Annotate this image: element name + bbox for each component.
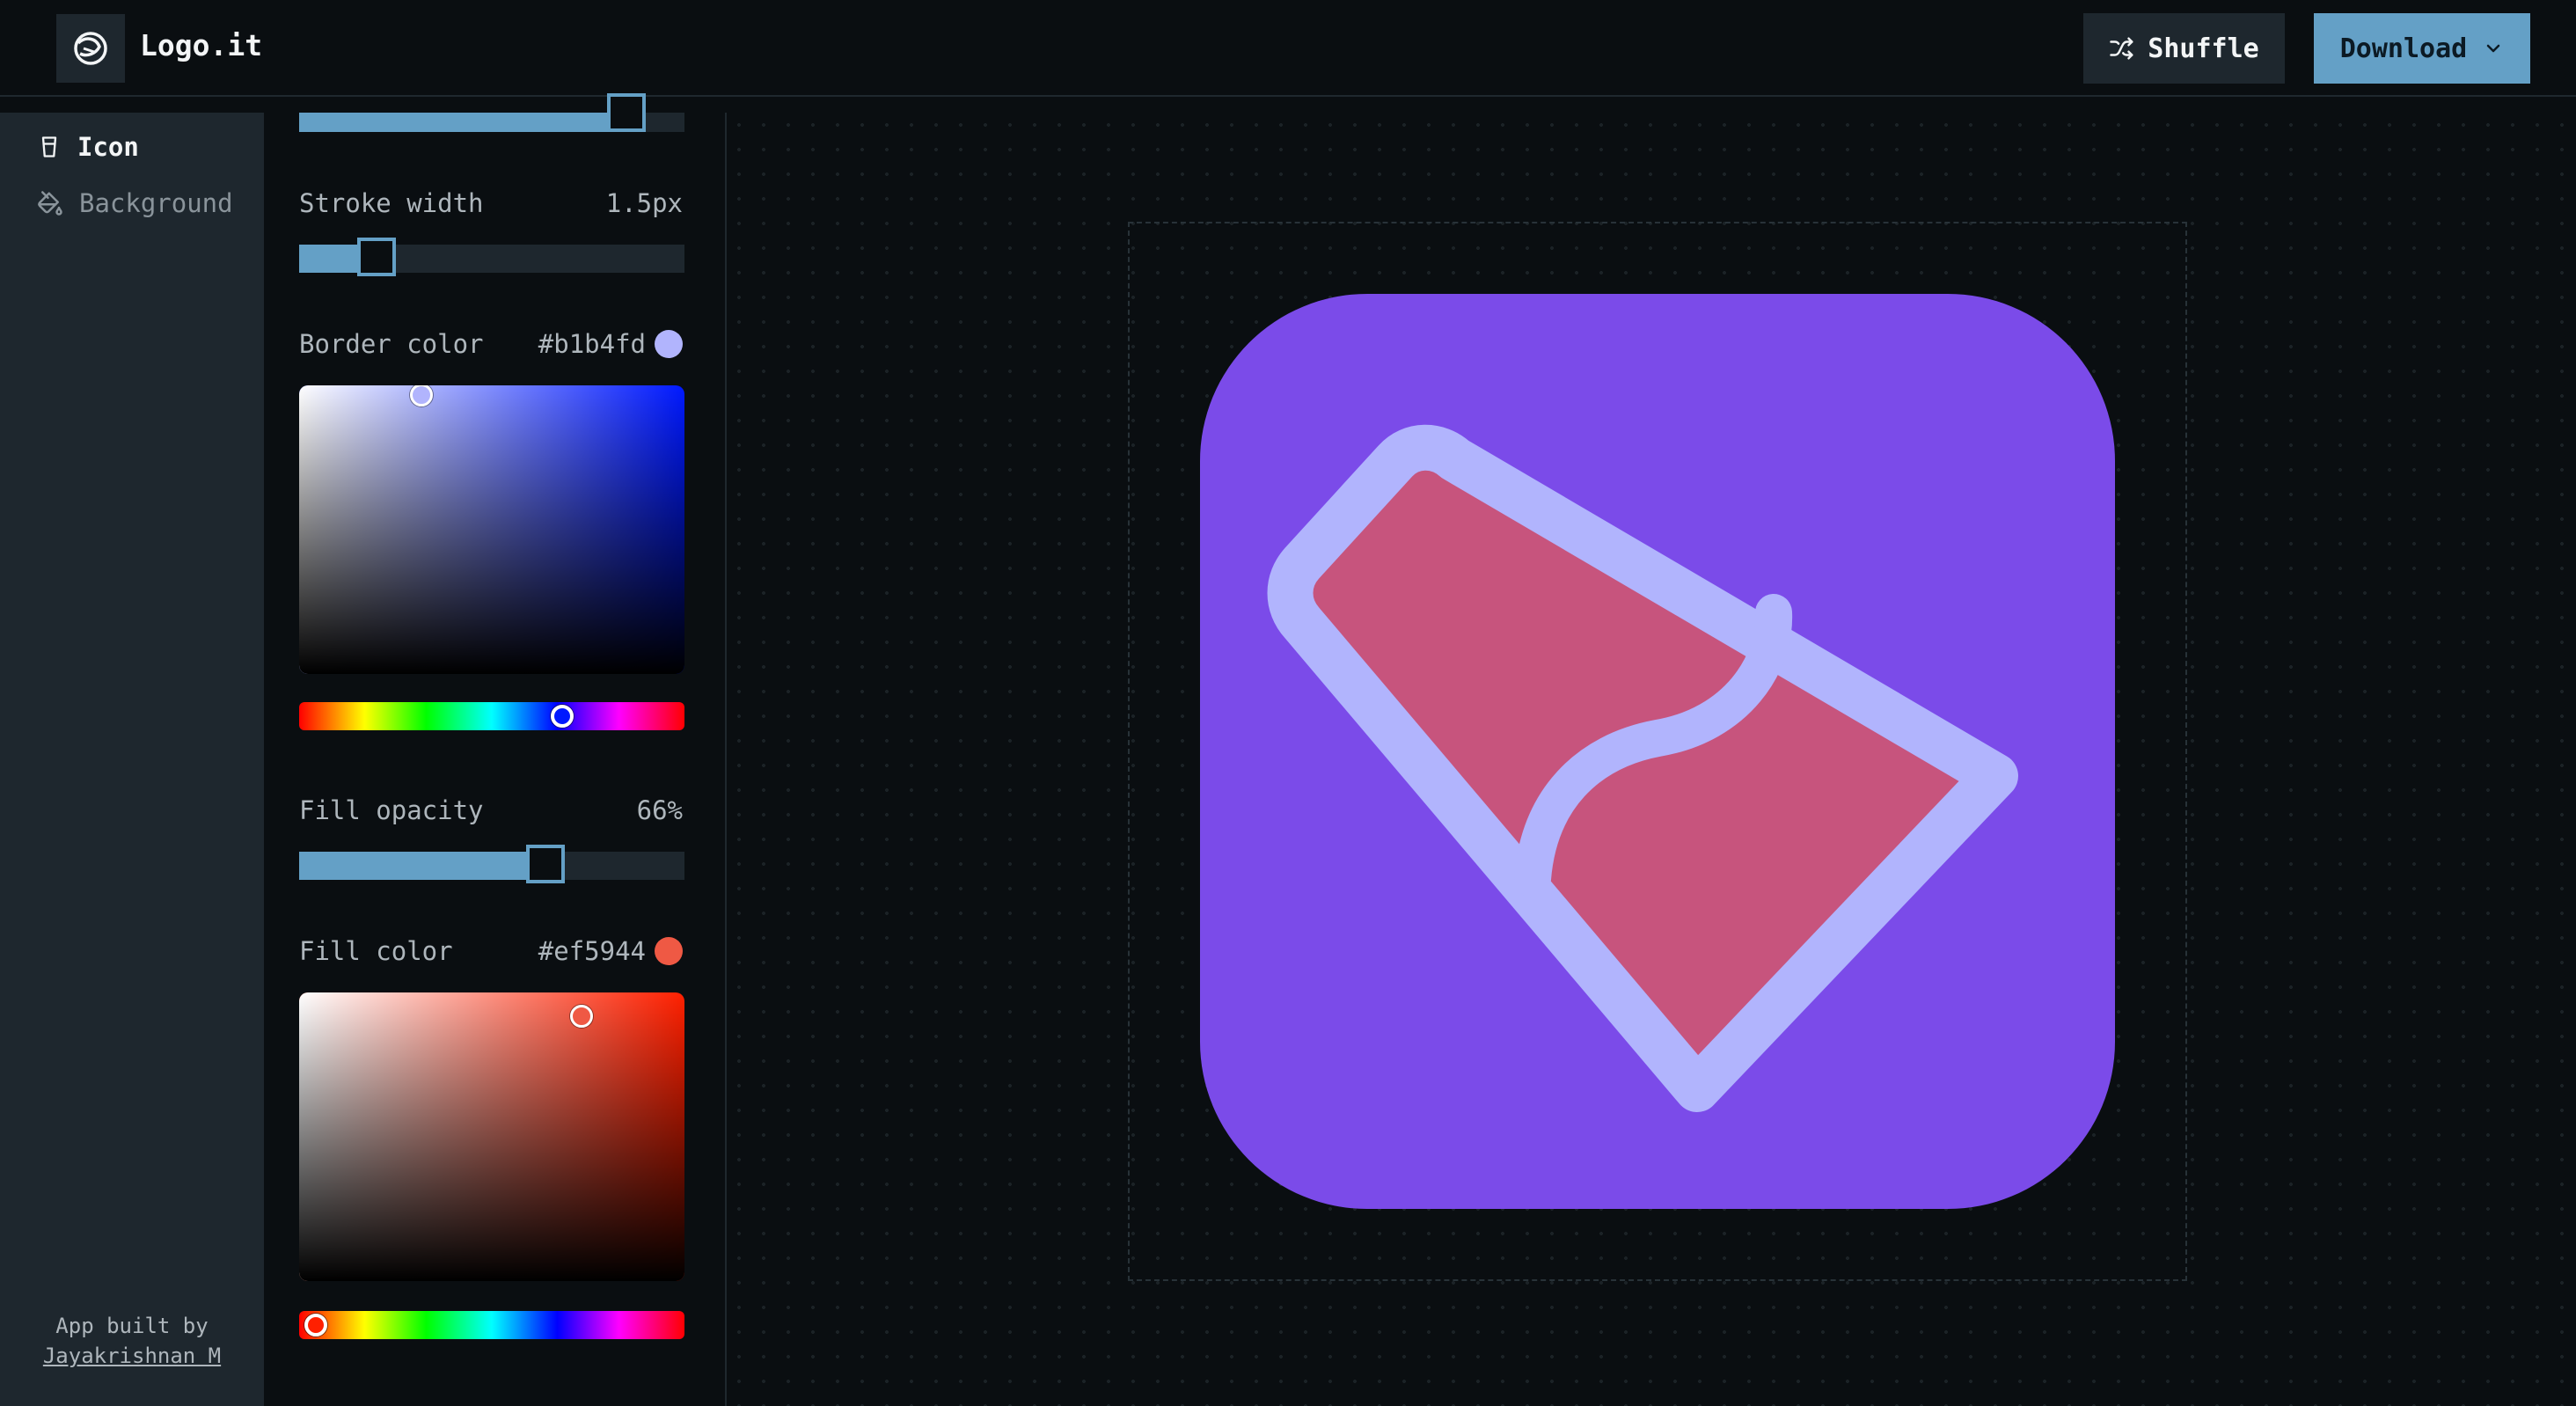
author-link[interactable]: Jayakrishnan M xyxy=(0,1341,264,1371)
stroke-width-value: 1.5px xyxy=(606,188,683,218)
credit-text: App built by xyxy=(55,1314,209,1338)
picker-black-gradient xyxy=(299,992,684,1281)
nav-item-label: Icon xyxy=(77,132,139,162)
app-name: Logo.it xyxy=(140,28,263,62)
shuffle-button[interactable]: Shuffle xyxy=(2083,13,2285,84)
slider-fill xyxy=(299,852,547,880)
fill-color-swatch[interactable] xyxy=(655,937,683,965)
slider-thumb[interactable] xyxy=(607,93,646,132)
app-header: Logo.it Shuffle Download xyxy=(0,0,2576,97)
stroke-width-slider[interactable] xyxy=(299,238,684,276)
app-logo[interactable] xyxy=(56,14,125,83)
fill-opacity-value: 66% xyxy=(637,795,683,825)
shuffle-label: Shuffle xyxy=(2148,33,2259,64)
logo-preview xyxy=(1200,294,2115,1209)
slider-thumb[interactable] xyxy=(357,238,396,276)
preview-canvas xyxy=(727,113,2576,1406)
fill-color-pointer[interactable] xyxy=(570,1005,593,1028)
chevron-down-icon xyxy=(2487,44,2500,53)
stroke-width-readout: 1.5px xyxy=(605,188,683,218)
picker-black-gradient xyxy=(299,385,684,674)
shuffle-icon xyxy=(2110,37,2133,60)
slider-thumb[interactable] xyxy=(526,845,565,883)
stroke-width-label: Stroke width xyxy=(299,188,484,218)
border-color-picker[interactable] xyxy=(299,385,684,674)
border-color-label: Border color xyxy=(299,329,484,359)
fill-opacity-label: Fill opacity xyxy=(299,795,484,825)
fill-opacity-readout: 66% xyxy=(636,795,683,825)
border-color-value: #b1b4fd xyxy=(538,329,683,359)
border-color-hex: #b1b4fd xyxy=(538,329,646,359)
fill-hue-pointer[interactable] xyxy=(304,1314,327,1336)
controls-panel: Stroke width 1.5px Border color #b1b4fd … xyxy=(264,93,727,1406)
nav-item-icon[interactable]: Icon xyxy=(37,132,139,162)
side-nav: Icon Background App built by Jayakrishna… xyxy=(0,113,264,1406)
paint-bucket-icon xyxy=(38,191,62,216)
fill-color-picker[interactable] xyxy=(299,992,684,1281)
app-credit: App built by Jayakrishnan M xyxy=(0,1311,264,1371)
nav-item-background[interactable]: Background xyxy=(37,188,233,218)
border-hue-pointer[interactable] xyxy=(551,705,574,728)
artboard xyxy=(1128,222,2187,1281)
download-label: Download xyxy=(2339,33,2468,64)
fill-opacity-slider[interactable] xyxy=(299,845,684,883)
fill-color-value: #ef5944 xyxy=(538,936,683,966)
border-color-swatch[interactable] xyxy=(655,330,683,358)
fill-color-hex: #ef5944 xyxy=(538,936,646,966)
fill-color-label: Fill color xyxy=(299,936,453,966)
download-button[interactable]: Download xyxy=(2314,13,2530,84)
logo-icon xyxy=(74,32,107,65)
nav-item-label: Background xyxy=(79,188,233,218)
border-hue-slider[interactable] xyxy=(299,702,684,730)
glass-icon xyxy=(41,136,57,157)
fill-hue-slider[interactable] xyxy=(299,1311,684,1339)
slider-fill xyxy=(299,113,626,132)
top-slider[interactable] xyxy=(299,93,684,132)
